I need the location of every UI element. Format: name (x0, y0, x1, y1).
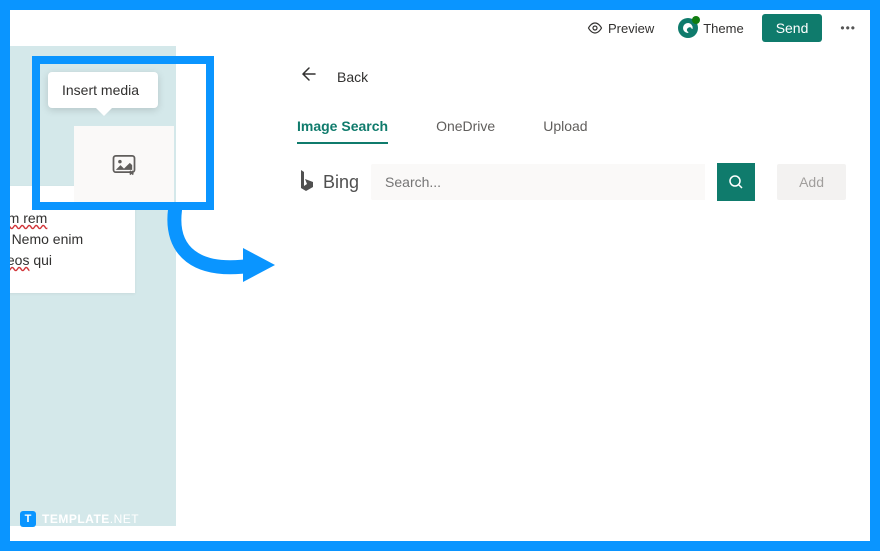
bing-icon (297, 168, 317, 196)
app-canvas: Preview Theme Send ••• tam rem o. Nemo e… (10, 10, 870, 541)
insert-media-tooltip: Insert media (48, 72, 158, 108)
theme-icon (678, 18, 698, 38)
tab-onedrive[interactable]: OneDrive (436, 118, 495, 144)
preview-label: Preview (608, 21, 654, 36)
theme-label: Theme (703, 21, 743, 36)
search-icon (728, 174, 744, 190)
more-button[interactable]: ••• (834, 21, 862, 35)
arrow-annotation (155, 200, 285, 295)
insert-media-button[interactable] (74, 126, 174, 202)
eye-icon (587, 20, 603, 36)
bing-label: Bing (323, 172, 359, 193)
send-label: Send (776, 20, 809, 36)
back-label[interactable]: Back (337, 69, 368, 85)
bing-logo: Bing (297, 168, 359, 196)
send-button[interactable]: Send (762, 14, 823, 42)
tabs: Image Search OneDrive Upload (297, 118, 846, 145)
text-line: s eos qui (10, 250, 119, 271)
add-button[interactable]: Add (777, 164, 846, 200)
image-icon (110, 150, 138, 178)
text-line: tam rem (10, 208, 119, 229)
search-input[interactable] (371, 164, 705, 200)
theme-button[interactable]: Theme (672, 14, 749, 42)
back-arrow-icon[interactable] (297, 64, 317, 90)
tooltip-label: Insert media (62, 82, 139, 98)
tab-upload[interactable]: Upload (543, 118, 587, 144)
add-label: Add (799, 174, 824, 190)
header-bar: Preview Theme Send ••• (10, 10, 870, 46)
tab-image-search[interactable]: Image Search (297, 118, 388, 144)
watermark-badge: T (20, 511, 36, 527)
watermark: T TEMPLATE.NET (20, 511, 139, 527)
search-button[interactable] (717, 163, 755, 201)
watermark-text: TEMPLATE.NET (42, 512, 139, 526)
back-row: Back (297, 64, 846, 90)
preview-button[interactable]: Preview (581, 16, 660, 40)
main-panel: Back Image Search OneDrive Upload Bing A… (273, 46, 870, 541)
search-row: Bing Add (297, 163, 846, 201)
text-line: o. Nemo enim (10, 229, 119, 250)
